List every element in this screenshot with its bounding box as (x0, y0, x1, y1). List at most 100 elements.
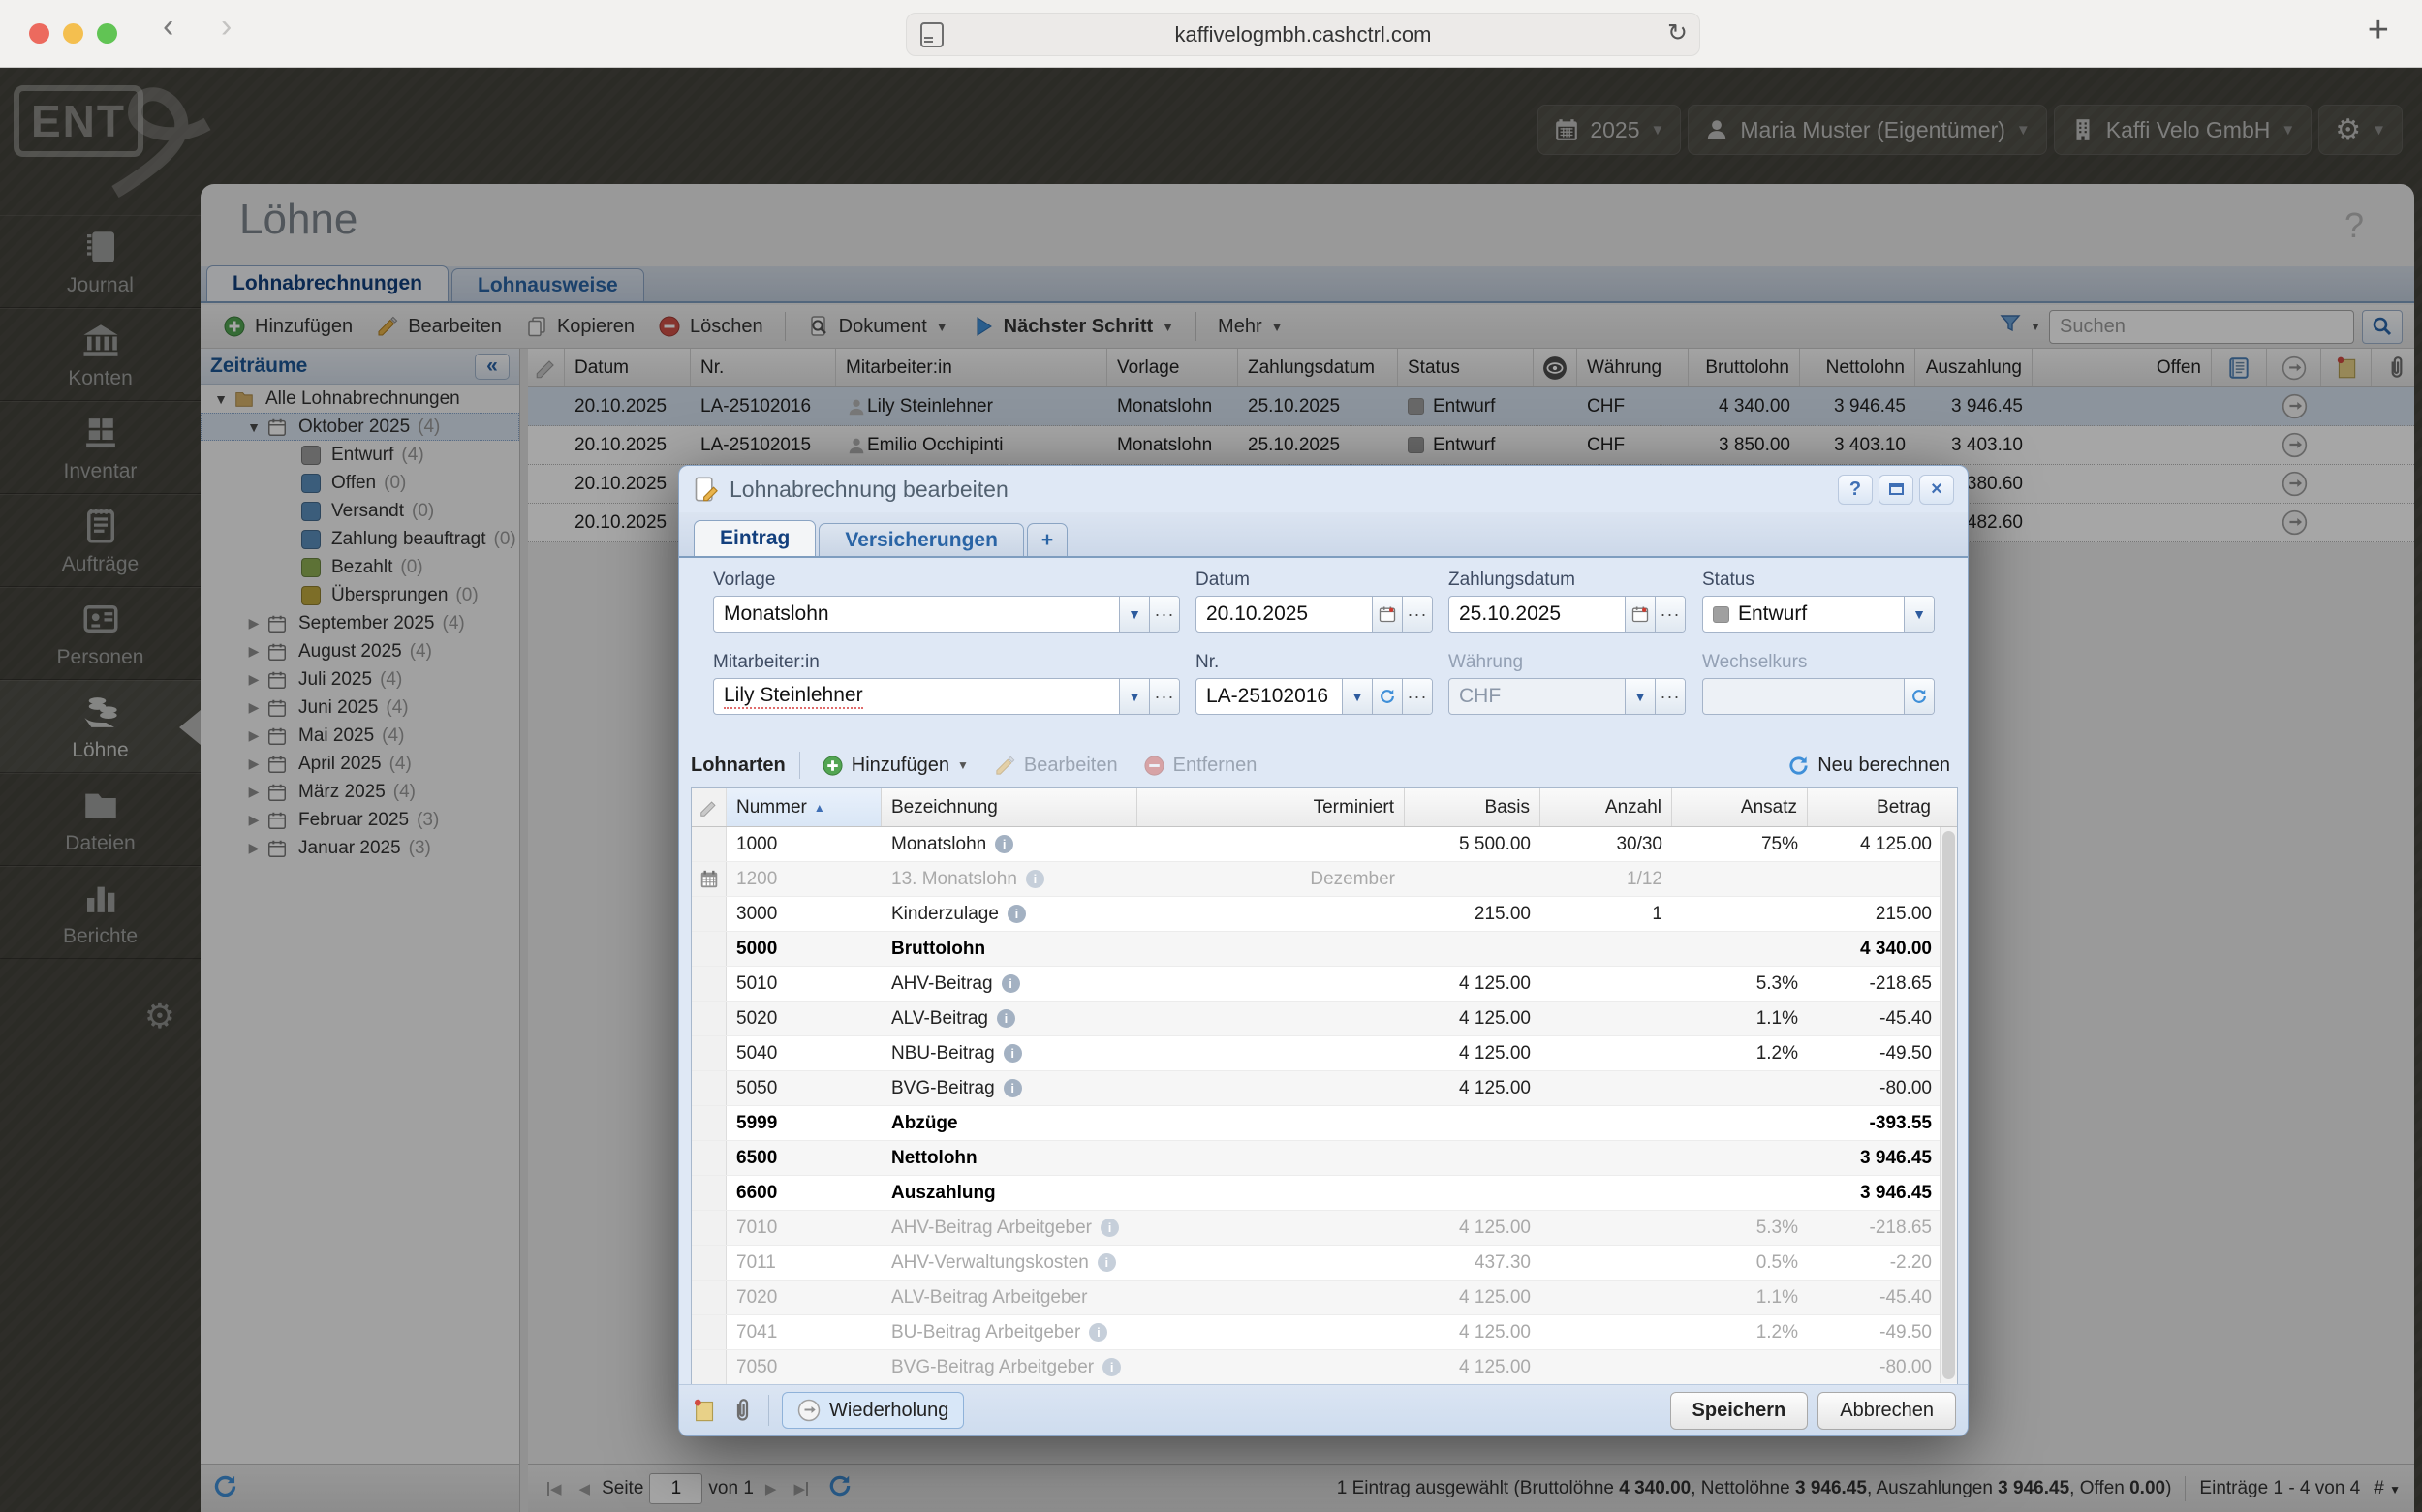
cell: 13. Monatslohni (882, 862, 1137, 896)
more-trigger-icon[interactable]: ··· (1402, 679, 1432, 714)
mitarbeiter-combobox[interactable]: Lily Steinlehner ▼ ··· (713, 678, 1180, 715)
lohnart-row[interactable]: 7050BVG-Beitrag Arbeitgeberi4 125.00-80.… (692, 1350, 1957, 1385)
info-icon[interactable]: i (1102, 1358, 1121, 1376)
regenerate-trigger-icon[interactable] (1372, 679, 1402, 714)
dialog-tab-bar: EintragVersicherungen+ (679, 512, 1968, 558)
lohnart-edit-button[interactable]: Bearbeiten (986, 751, 1126, 781)
cell-text: -393.55 (1870, 1113, 1932, 1134)
cell (1137, 1002, 1405, 1035)
cell-text: Bruttolohn (891, 939, 985, 960)
new-tab-button[interactable]: + (2368, 10, 2389, 51)
window-zoom-button[interactable] (97, 23, 117, 44)
lohnart-row[interactable]: 3000Kinderzulagei215.001215.00 (692, 897, 1957, 932)
calendar-trigger-icon[interactable] (1625, 597, 1655, 632)
lohnart-row[interactable]: 5999Abzüge-393.55 (692, 1106, 1957, 1141)
cancel-button[interactable]: Abbrechen (1817, 1392, 1956, 1430)
scrollbar[interactable] (1940, 827, 1957, 1383)
info-icon[interactable]: i (1101, 1219, 1119, 1237)
more-trigger-icon[interactable]: ··· (1402, 597, 1432, 632)
wechselkurs-field: Wechselkurs (1702, 652, 1935, 715)
dialog-titlebar[interactable]: Lohnabrechnung bearbeiten ? × (679, 466, 1968, 512)
dropdown-trigger-icon[interactable]: ▼ (1342, 679, 1372, 714)
lohnart-row[interactable]: 7010AHV-Beitrag Arbeitgeberi4 125.005.3%… (692, 1211, 1957, 1246)
info-icon[interactable]: i (1089, 1323, 1107, 1342)
column-header-terminiert[interactable]: Terminiert (1137, 788, 1405, 826)
vorlage-combobox[interactable]: Monatslohn ▼ ··· (713, 596, 1180, 633)
column-header-nummer[interactable]: Nummer▲ (727, 788, 882, 826)
dialog-tab-eintrag[interactable]: Eintrag (694, 520, 816, 556)
dialog-maximize-button[interactable] (1879, 475, 1913, 505)
dropdown-trigger-icon[interactable]: ▼ (1119, 679, 1149, 714)
nr-value: LA-25102016 (1196, 679, 1342, 714)
lohnart-row[interactable]: 5020ALV-Beitragi4 125.001.1%-45.40 (692, 1002, 1957, 1036)
column-header-anzahl[interactable]: Anzahl (1540, 788, 1672, 826)
paperclip-icon[interactable] (730, 1398, 756, 1424)
cell-text: 6600 (736, 1183, 777, 1204)
lohnart-row[interactable]: 7011AHV-Verwaltungskosteni437.300.5%-2.2… (692, 1246, 1957, 1281)
lohnart-row[interactable]: 7020ALV-Beitrag Arbeitgeber4 125.001.1%-… (692, 1281, 1957, 1315)
lohnart-row[interactable]: 5040NBU-Beitragi4 125.001.2%-49.50 (692, 1036, 1957, 1071)
note-icon[interactable] (691, 1398, 717, 1424)
column-header-basis[interactable]: Basis (1405, 788, 1540, 826)
save-button[interactable]: Speichern (1670, 1392, 1809, 1430)
recalculate-button[interactable]: Neu berechnen (1780, 751, 1958, 781)
cell: 5010 (727, 967, 882, 1001)
recurrence-button[interactable]: Wiederholung (782, 1392, 964, 1429)
cell-text: 4 125.00 (1459, 1287, 1531, 1309)
more-trigger-icon[interactable]: ··· (1655, 597, 1685, 632)
cell-text: 7011 (736, 1252, 776, 1274)
address-bar[interactable]: kaffivelogmbh.cashctrl.com ↻ (906, 13, 1700, 56)
dropdown-trigger-icon[interactable]: ▼ (1904, 597, 1934, 632)
datum-datefield[interactable]: 20.10.2025 ··· (1195, 596, 1433, 633)
lohnart-row[interactable]: 5050BVG-Beitragi4 125.00-80.00 (692, 1071, 1957, 1106)
info-icon[interactable]: i (1002, 974, 1020, 993)
scrollbar-thumb[interactable] (1942, 831, 1955, 1379)
lohnart-row[interactable]: 6500Nettolohn3 946.45 (692, 1141, 1957, 1176)
lohnart-row[interactable]: 5000Bruttolohn4 340.00 (692, 932, 1957, 967)
dialog-tab-add[interactable]: + (1027, 523, 1068, 556)
reload-icon[interactable]: ↻ (1667, 18, 1688, 47)
cell: 4 125.00 (1405, 1211, 1540, 1245)
lohnart-row[interactable]: 7041BU-Beitrag Arbeitgeberi4 125.001.2%-… (692, 1315, 1957, 1350)
lohnart-row[interactable]: 5010AHV-Beitragi4 125.005.3%-218.65 (692, 967, 1957, 1002)
info-icon[interactable]: i (997, 1009, 1015, 1028)
info-icon[interactable]: i (1098, 1253, 1116, 1272)
nr-combobox[interactable]: LA-25102016 ▼ ··· (1195, 678, 1433, 715)
dialog-title: Lohnabrechnung bearbeiten (730, 477, 1009, 503)
cell: -45.40 (1808, 1281, 1941, 1314)
refresh-trigger-icon (1904, 679, 1934, 714)
lohnart-add-button[interactable]: Hinzufügen ▼ (814, 751, 977, 781)
lohnart-remove-button[interactable]: Entfernen (1135, 751, 1265, 781)
dialog-close-button[interactable]: × (1919, 475, 1954, 505)
datum-field: Datum 20.10.2025 ··· (1195, 570, 1433, 633)
cell: -80.00 (1808, 1350, 1941, 1384)
column-header-betrag[interactable]: Betrag (1808, 788, 1941, 826)
lohnarten-title: Lohnarten (691, 755, 786, 777)
more-trigger-icon[interactable]: ··· (1149, 679, 1179, 714)
column-header-ansatz[interactable]: Ansatz (1672, 788, 1808, 826)
cell: -45.40 (1808, 1002, 1941, 1035)
info-icon[interactable]: i (1004, 1079, 1022, 1097)
calendar-trigger-icon[interactable] (1372, 597, 1402, 632)
info-icon[interactable]: i (995, 835, 1013, 853)
status-combobox[interactable]: Entwurf ▼ (1702, 596, 1935, 633)
more-trigger-icon[interactable]: ··· (1149, 597, 1179, 632)
lohnart-row[interactable]: 6600Auszahlung3 946.45 (692, 1176, 1957, 1211)
dropdown-trigger-icon[interactable]: ▼ (1119, 597, 1149, 632)
sidebar-toggle-icon[interactable] (920, 22, 944, 47)
cell: 1/12 (1540, 862, 1672, 896)
window-close-button[interactable] (29, 23, 49, 44)
cell-text: 5020 (736, 1008, 777, 1030)
column-header-bezeichnung[interactable]: Bezeichnung (882, 788, 1137, 826)
zahlungsdatum-datefield[interactable]: 25.10.2025 ··· (1448, 596, 1686, 633)
lohnart-row[interactable]: 120013. MonatslohniDezember1/12 (692, 862, 1957, 897)
info-icon[interactable]: i (1004, 1044, 1022, 1063)
window-minimize-button[interactable] (63, 23, 83, 44)
browser-back-button[interactable]: ‹ (163, 8, 173, 46)
dialog-tab-versicherungen[interactable]: Versicherungen (819, 523, 1024, 556)
browser-forward-button[interactable]: › (221, 8, 232, 46)
info-icon[interactable]: i (1026, 870, 1044, 888)
info-icon[interactable]: i (1008, 905, 1026, 923)
dialog-help-button[interactable]: ? (1838, 475, 1873, 505)
lohnart-row[interactable]: 1000Monatslohni5 500.0030/3075%4 125.00 (692, 827, 1957, 862)
